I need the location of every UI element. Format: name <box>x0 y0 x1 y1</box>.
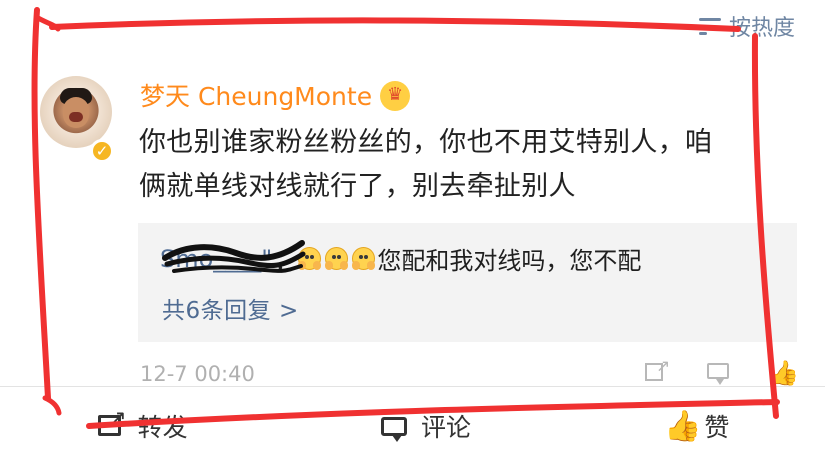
comment-button[interactable]: 评论 <box>379 408 471 444</box>
verified-badge-icon: ✓ <box>90 139 114 163</box>
sort-icon <box>698 16 723 36</box>
sort-button[interactable]: 按热度 <box>698 10 795 42</box>
bottom-action-bar: ↑ 转发 评论 👍 赞 <box>0 402 825 450</box>
comment-page: 按热度 ✓ 梦天 CheungMonte ♛ 你也别谁家粉丝粉丝的，你也不用艾特… <box>0 0 825 450</box>
forward-button[interactable]: ↑ 转发 <box>96 404 188 444</box>
like-label: 赞 <box>704 413 730 442</box>
face-with-hands-emoji-icon <box>352 247 376 270</box>
reply-preview-line[interactable]: Smo____" ： 您配和我对线吗，您不配 <box>160 241 641 276</box>
comment-author[interactable]: 梦天 CheungMonte ♛ <box>140 81 411 111</box>
comment-timestamp: 12-7 00:40 <box>140 362 255 386</box>
forward-icon: ↑ <box>96 404 132 441</box>
reply-text: 您配和我对线吗，您不配 <box>377 247 642 275</box>
comment-label: 评论 <box>420 413 471 442</box>
comment-text-line-1: 你也别谁家粉丝粉丝的，你也不用艾特别人，咱 <box>139 127 713 158</box>
like-icon[interactable]: 👍 <box>767 359 799 387</box>
reply-preview-box[interactable]: Smo____" ： 您配和我对线吗，您不配 共6条回复 > <box>138 223 797 342</box>
replies-link[interactable]: 共6条回复 > <box>162 291 299 325</box>
reply-separator: ： <box>274 247 299 275</box>
avatar[interactable] <box>40 76 112 148</box>
comment-icon-large <box>379 411 409 442</box>
face-with-hands-emoji-icon <box>298 247 322 270</box>
comment-icon[interactable] <box>705 359 733 387</box>
comment-text-line-2: 俩就单线对线就行了，别去牵扯别人 <box>139 171 576 202</box>
comment-actions: ↑ 👍 <box>643 355 799 387</box>
divider <box>0 386 825 387</box>
crown-badge-icon: ♛ <box>380 81 411 111</box>
author-name[interactable]: 梦天 CheungMonte <box>140 84 372 109</box>
face-with-hands-emoji-icon <box>325 247 349 270</box>
comment-text: 你也别谁家粉丝粉丝的，你也不用艾特别人，咱 俩就单线对线就行了，别去牵扯别人 <box>139 121 799 209</box>
sort-label: 按热度 <box>728 16 795 41</box>
like-button[interactable]: 👍 赞 <box>662 408 729 444</box>
reply-emojis <box>298 247 376 270</box>
like-icon-large: 👍 <box>664 409 702 444</box>
forward-label: 转发 <box>137 413 188 442</box>
share-icon[interactable]: ↑ <box>643 355 674 387</box>
reply-user[interactable]: Smo____" <box>160 245 272 273</box>
